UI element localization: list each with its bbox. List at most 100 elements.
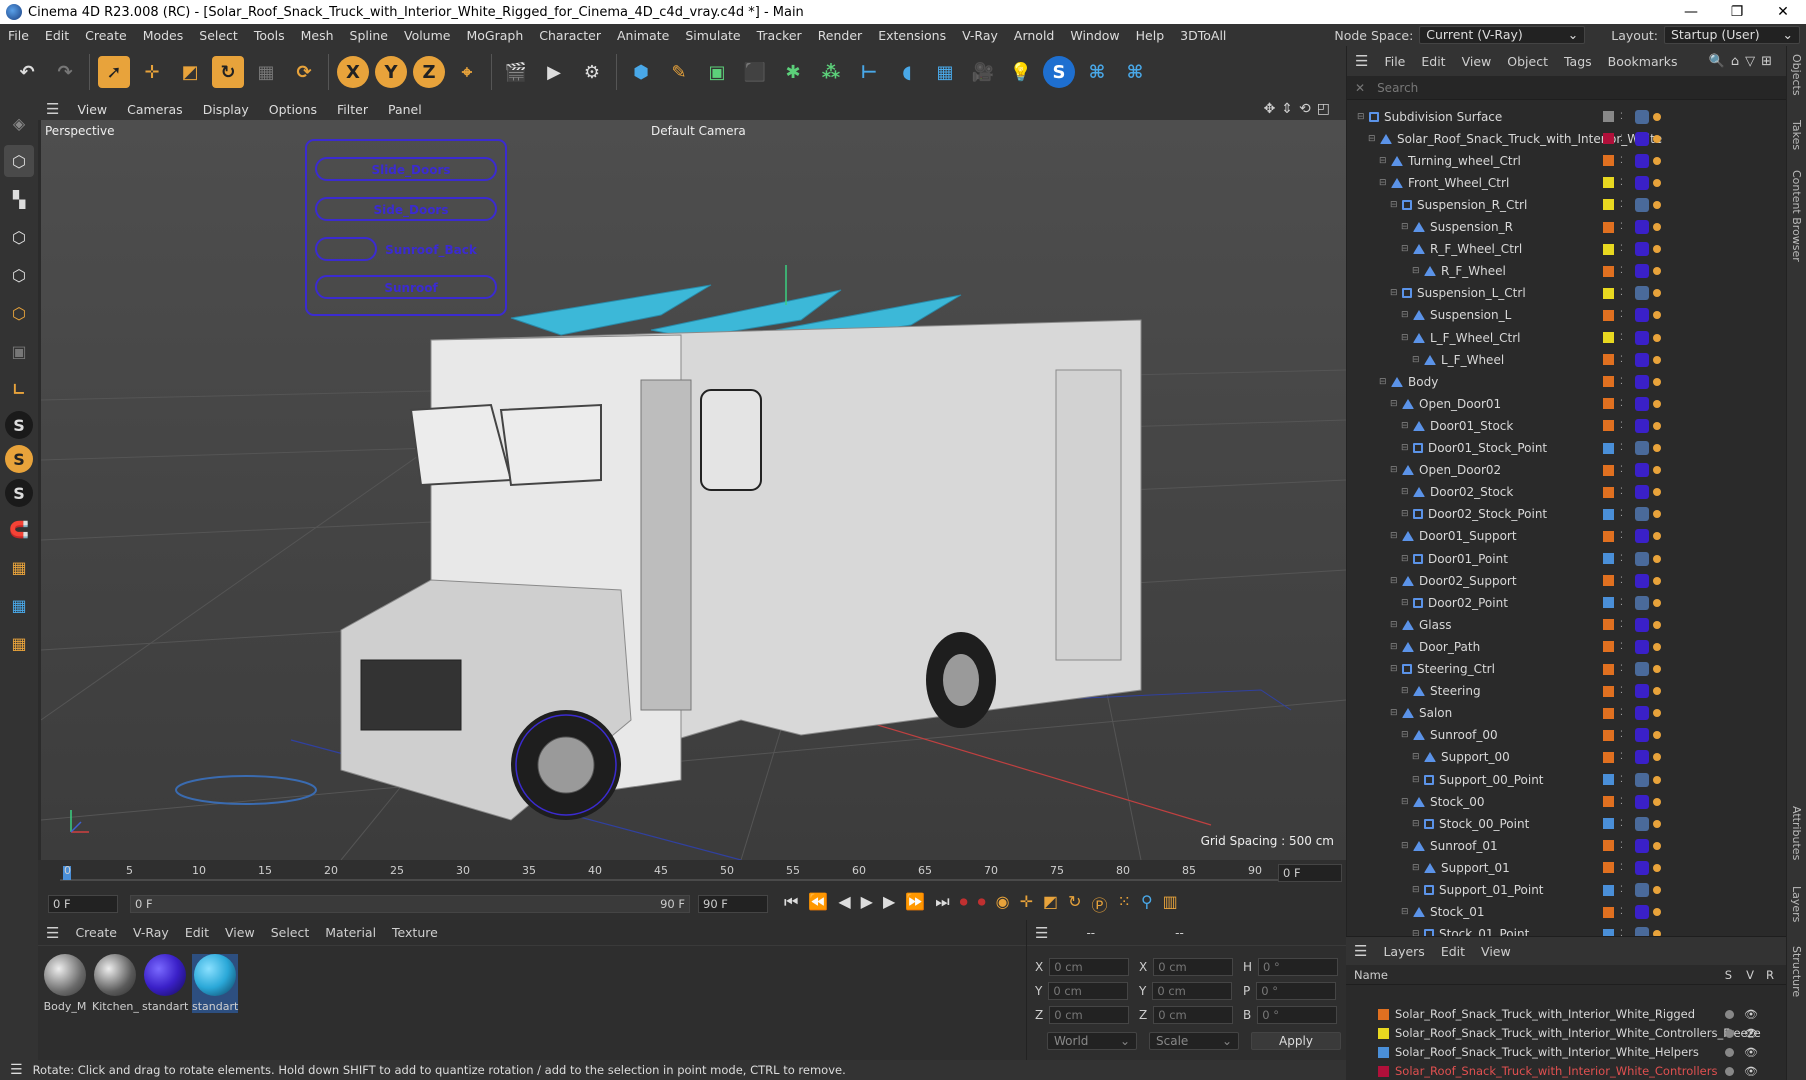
expand-toggle-icon[interactable]: ⊟: [1401, 686, 1409, 696]
size-y-field[interactable]: 0 cm: [1152, 982, 1233, 1000]
material-menu-select[interactable]: Select: [263, 925, 318, 940]
end-frame-field[interactable]: 90 F: [698, 895, 768, 913]
layer-color-swatch[interactable]: [1378, 1008, 1389, 1020]
layer-color-chip[interactable]: [1603, 398, 1614, 410]
visibility-dots-icon[interactable]: ⁚: [1620, 664, 1623, 674]
object-row[interactable]: ⊟ Front_Wheel_Ctrl ⁚: [1347, 172, 1787, 193]
object-menu-file[interactable]: File: [1376, 54, 1413, 69]
object-row[interactable]: ⊟ Solar_Roof_Snack_Truck_with_Interior_Wh…: [1347, 128, 1787, 149]
expand-toggle-icon[interactable]: ⊟: [1401, 443, 1409, 453]
menu-arnold[interactable]: Arnold: [1006, 28, 1062, 43]
axis-mode-icon[interactable]: ∟: [4, 373, 34, 405]
rotation-p-field[interactable]: 0 °: [1256, 982, 1337, 1000]
rotation-key-icon[interactable]: ↻: [1068, 892, 1081, 916]
python-icon[interactable]: ⌘: [1081, 56, 1113, 88]
expand-toggle-icon[interactable]: ⊟: [1401, 797, 1409, 807]
material-swatch[interactable]: standart: [142, 954, 188, 1013]
layout-select[interactable]: Startup (User) ⌄: [1664, 26, 1800, 44]
redo-icon[interactable]: ↷: [49, 56, 81, 88]
visibility-dots-icon[interactable]: ⁚: [1620, 333, 1623, 343]
expression-tag-icon[interactable]: [1653, 819, 1661, 828]
menu-vray[interactable]: V-Ray: [954, 28, 1006, 43]
light-icon[interactable]: 💡: [1005, 56, 1037, 88]
menu-window[interactable]: Window: [1062, 28, 1127, 43]
visibility-dots-icon[interactable]: ⁚: [1620, 310, 1623, 320]
planar-workplane-icon[interactable]: ▦: [4, 627, 34, 659]
previous-frame-icon[interactable]: ◀: [838, 892, 850, 916]
expression-tag-icon[interactable]: [1653, 289, 1661, 298]
object-row[interactable]: ⊟ Door01_Point ⁚: [1347, 548, 1787, 569]
visibility-dots-icon[interactable]: ⁚: [1620, 576, 1623, 586]
expand-toggle-icon[interactable]: ⊟: [1390, 642, 1398, 652]
layer-color-chip[interactable]: [1603, 464, 1614, 476]
tab-attributes[interactable]: Attributes: [1790, 806, 1803, 860]
expression-tag-icon[interactable]: [1653, 687, 1661, 696]
position-key-icon[interactable]: ✛: [1020, 892, 1033, 916]
visibility-dots-icon[interactable]: ⁚: [1620, 355, 1623, 365]
expand-toggle-icon[interactable]: ⊟: [1412, 819, 1420, 829]
object-tag-icon[interactable]: [1635, 772, 1649, 787]
layer-menu-edit[interactable]: Edit: [1433, 944, 1473, 959]
object-tag-icon[interactable]: [1635, 109, 1649, 124]
layer-color-chip[interactable]: [1603, 530, 1614, 542]
tab-layers[interactable]: Layers: [1790, 886, 1803, 922]
expand-toggle-icon[interactable]: ⊟: [1379, 156, 1387, 166]
menu-spline[interactable]: Spline: [342, 28, 396, 43]
subdivision-icon[interactable]: ▣: [701, 56, 733, 88]
points-mode-icon[interactable]: ⬡: [4, 221, 34, 253]
layer-color-chip[interactable]: [1603, 376, 1614, 388]
expression-tag-icon[interactable]: [1653, 488, 1661, 497]
menu-animate[interactable]: Animate: [609, 28, 677, 43]
expand-toggle-icon[interactable]: ⊟: [1412, 266, 1420, 276]
object-row[interactable]: ⊟ Support_00_Point ⁚: [1347, 769, 1787, 790]
layer-color-chip[interactable]: [1603, 177, 1614, 189]
object-row[interactable]: ⊟ Support_00 ⁚: [1347, 747, 1787, 768]
menu-file[interactable]: File: [0, 28, 37, 43]
cube-primitive-icon[interactable]: ⬢: [625, 56, 657, 88]
expression-tag-icon[interactable]: [1653, 267, 1661, 276]
layer-color-chip[interactable]: [1603, 840, 1614, 852]
expression-tag-icon[interactable]: [1653, 598, 1661, 607]
menu-character[interactable]: Character: [531, 28, 609, 43]
visibility-dots-icon[interactable]: ⁚: [1620, 266, 1623, 276]
visibility-dots-icon[interactable]: ⁚: [1620, 708, 1623, 718]
menu-tracker[interactable]: Tracker: [749, 28, 810, 43]
object-tag-icon[interactable]: [1635, 529, 1649, 544]
polygons-mode-icon[interactable]: ⬡: [4, 297, 34, 329]
visibility-dots-icon[interactable]: ⁚: [1620, 377, 1623, 387]
object-row[interactable]: ⊟ Support_01 ⁚: [1347, 857, 1787, 878]
object-tag-icon[interactable]: [1635, 507, 1649, 522]
menu-simulate[interactable]: Simulate: [677, 28, 748, 43]
object-row[interactable]: ⊟ Steering ⁚: [1347, 681, 1787, 702]
visibility-dots-icon[interactable]: ⁚: [1620, 642, 1623, 652]
menu-extensions[interactable]: Extensions: [870, 28, 954, 43]
undo-icon[interactable]: ↶: [11, 56, 43, 88]
magnet-icon[interactable]: 🧲: [4, 513, 34, 545]
scale-tool-icon[interactable]: ◩: [174, 56, 206, 88]
layer-color-chip[interactable]: [1603, 553, 1614, 564]
material-menu-texture[interactable]: Texture: [384, 925, 446, 940]
object-row[interactable]: ⊟ R_F_Wheel_Ctrl ⁚: [1347, 239, 1787, 260]
eye-icon[interactable]: 👁: [1744, 1027, 1758, 1040]
expand-toggle-icon[interactable]: ⊟: [1390, 200, 1398, 210]
expression-tag-icon[interactable]: [1653, 797, 1661, 806]
object-tag-icon[interactable]: [1635, 573, 1649, 588]
y-axis-icon[interactable]: Y: [375, 56, 407, 88]
python-script-icon[interactable]: ⌘: [1119, 56, 1151, 88]
object-tag-icon[interactable]: [1635, 264, 1649, 279]
object-row[interactable]: ⊟ Sunroof_01 ⁚: [1347, 835, 1787, 856]
floor-icon[interactable]: ▦: [929, 56, 961, 88]
eye-icon[interactable]: 👁: [1744, 1065, 1758, 1078]
layer-menu-view[interactable]: View: [1473, 944, 1519, 959]
expression-tag-icon[interactable]: [1653, 753, 1661, 762]
object-tag-icon[interactable]: [1635, 816, 1649, 831]
object-tag-icon[interactable]: [1635, 485, 1649, 500]
visibility-dots-icon[interactable]: ⁚: [1620, 487, 1623, 497]
object-row[interactable]: ⊟ Door01_Support ⁚: [1347, 526, 1787, 547]
rotation-b-field[interactable]: 0 °: [1257, 1006, 1338, 1024]
visibility-dots-icon[interactable]: ⁚: [1620, 178, 1623, 188]
expand-toggle-icon[interactable]: ⊟: [1401, 907, 1409, 917]
expand-toggle-icon[interactable]: ⊟: [1401, 509, 1409, 519]
visibility-dots-icon[interactable]: ⁚: [1620, 730, 1623, 740]
expression-tag-icon[interactable]: [1653, 576, 1661, 585]
